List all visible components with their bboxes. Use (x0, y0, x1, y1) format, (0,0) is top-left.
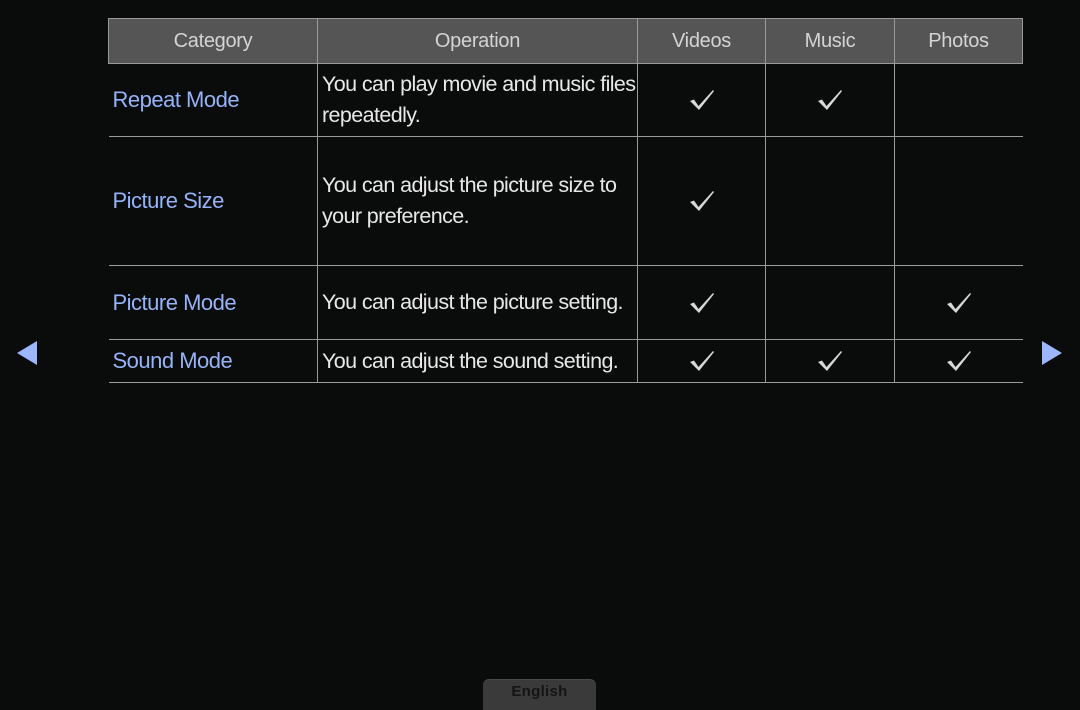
table-row: Picture Size You can adjust the picture … (108, 136, 1023, 266)
photos-cell (894, 265, 1023, 340)
videos-cell (637, 63, 766, 137)
header-category: Category (108, 18, 318, 64)
checkmark-icon (689, 292, 714, 313)
header-photos: Photos (894, 18, 1023, 64)
operation-text: You can play movie and music files repea… (317, 63, 638, 137)
header-videos: Videos (637, 18, 766, 64)
category-picture-size: Picture Size (108, 136, 318, 266)
checkmark-icon (818, 351, 842, 371)
feature-table: Category Operation Videos Music Photos R… (108, 18, 1023, 383)
next-page-arrow-icon[interactable] (1042, 341, 1062, 365)
checkmark-icon (689, 90, 714, 110)
photos-cell (894, 63, 1023, 137)
table-row: Repeat Mode You can play movie and music… (108, 63, 1023, 137)
checkmark-icon (946, 292, 971, 313)
photos-cell (894, 136, 1023, 266)
header-operation: Operation (317, 18, 638, 64)
videos-cell (637, 339, 766, 383)
videos-cell (637, 136, 766, 266)
music-cell (765, 136, 895, 266)
checkmark-icon (818, 90, 842, 110)
previous-page-arrow-icon[interactable] (17, 341, 37, 365)
header-music: Music (765, 18, 895, 64)
table-row: Sound Mode You can adjust the sound sett… (108, 339, 1023, 383)
videos-cell (637, 265, 766, 340)
category-picture-mode: Picture Mode (108, 265, 318, 340)
category-repeat-mode: Repeat Mode (108, 63, 318, 137)
language-button[interactable]: English (483, 679, 596, 710)
operation-text: You can adjust the picture size to your … (317, 136, 638, 266)
checkmark-icon (689, 191, 714, 211)
table-row: Picture Mode You can adjust the picture … (108, 265, 1023, 340)
operation-text: You can adjust the sound setting. (317, 339, 638, 383)
table-header-row: Category Operation Videos Music Photos (108, 18, 1023, 64)
checkmark-icon (946, 351, 971, 371)
music-cell (765, 339, 895, 383)
photos-cell (894, 339, 1023, 383)
music-cell (765, 63, 895, 137)
category-sound-mode: Sound Mode (108, 339, 318, 383)
checkmark-icon (689, 351, 714, 371)
operation-text: You can adjust the picture setting. (317, 265, 638, 340)
music-cell (765, 265, 895, 340)
